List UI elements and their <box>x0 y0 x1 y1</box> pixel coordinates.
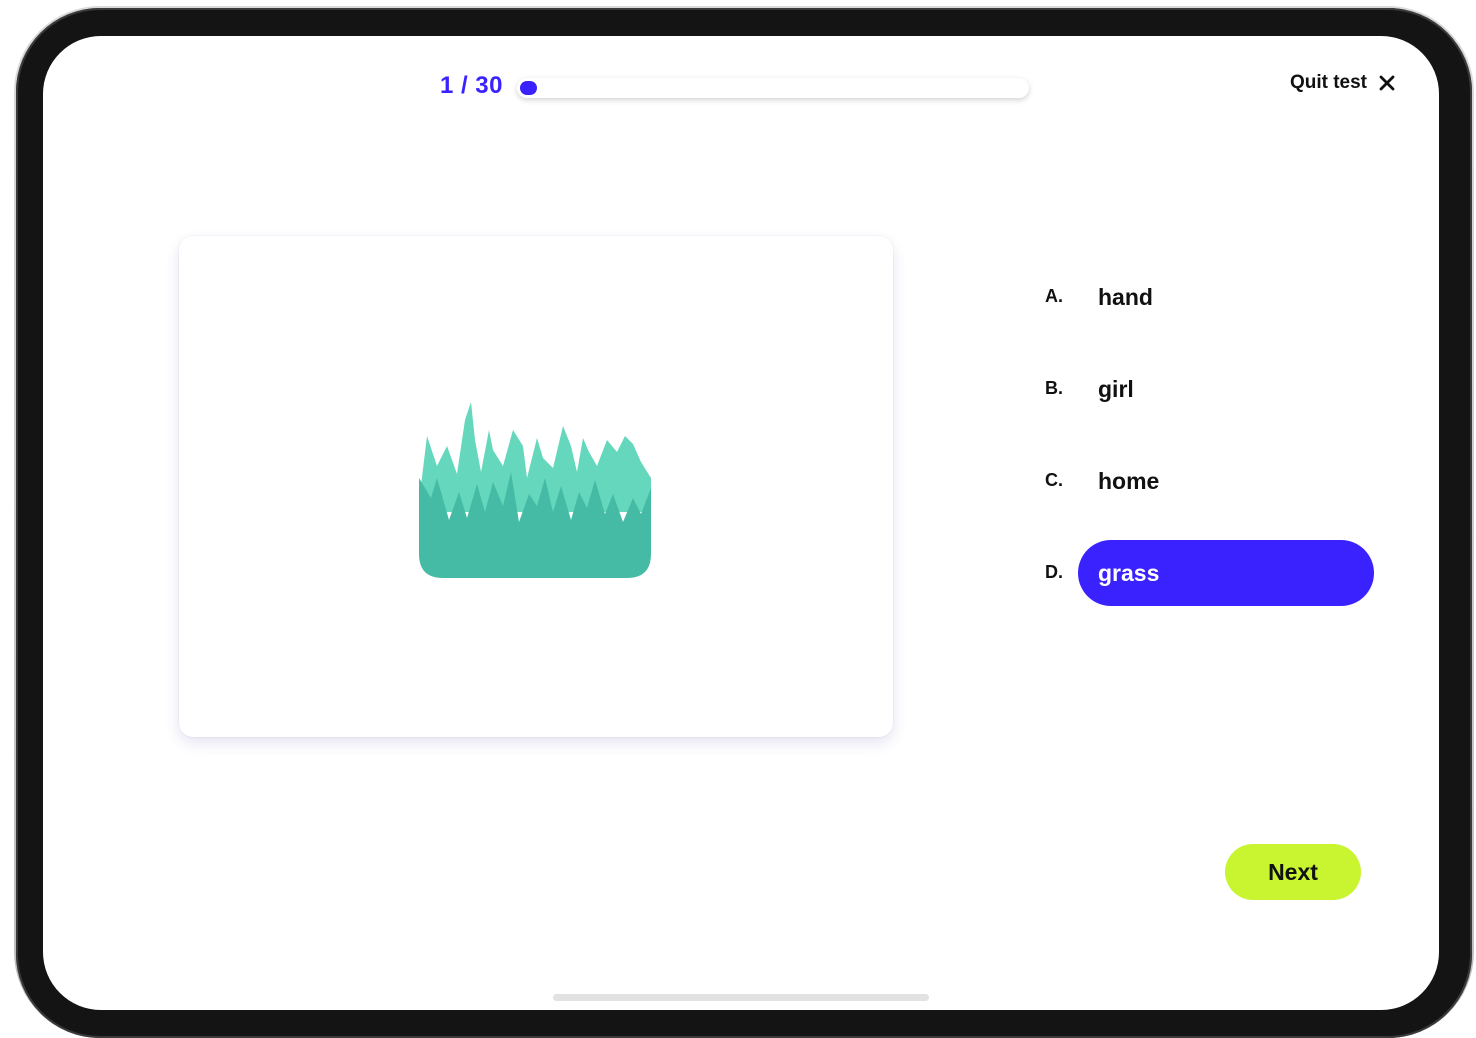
progress-fill <box>520 81 537 95</box>
grass-image <box>419 402 651 578</box>
home-indicator <box>553 994 929 1001</box>
option-d[interactable]: D. grass <box>1043 540 1383 606</box>
quit-test-label: Quit test <box>1289 72 1367 93</box>
option-letter: C. <box>1045 470 1063 490</box>
option-pill-selected: grass <box>1078 540 1374 606</box>
option-word: home <box>1098 467 1160 494</box>
option-word: girl <box>1098 375 1134 402</box>
progress-bar <box>517 78 1029 98</box>
next-label: Next <box>1268 858 1318 885</box>
option-pill: hand <box>1078 264 1374 330</box>
next-button[interactable]: Next <box>1225 844 1361 900</box>
option-letter: A. <box>1045 286 1063 306</box>
option-letter: D. <box>1045 562 1063 582</box>
option-pill: girl <box>1078 356 1374 422</box>
option-b[interactable]: B. girl <box>1043 356 1383 422</box>
option-pill: home <box>1078 448 1374 514</box>
option-letter: B. <box>1045 378 1063 398</box>
option-word: hand <box>1098 283 1153 310</box>
option-c[interactable]: C. home <box>1043 448 1383 514</box>
quit-test-button[interactable]: Quit test <box>1290 72 1395 94</box>
option-word: grass <box>1098 559 1160 586</box>
question-counter: 1 / 30 <box>439 72 503 99</box>
option-a[interactable]: A. hand <box>1043 264 1383 330</box>
quiz-screen: 1 / 30 Quit test A. hand B. girl C. home… <box>43 36 1439 1010</box>
close-icon <box>1379 75 1395 91</box>
